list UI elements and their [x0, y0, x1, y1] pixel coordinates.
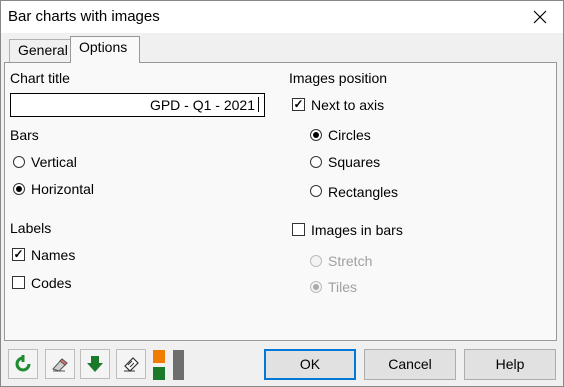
ok-button-label: OK: [299, 356, 321, 372]
rectangles-label[interactable]: Rectangles: [328, 184, 398, 200]
bars-horizontal-radio[interactable]: [13, 183, 25, 195]
labels-group-label: Labels: [10, 220, 52, 236]
bars-vertical-label[interactable]: Vertical: [31, 154, 77, 170]
window-title: Bar charts with images: [8, 8, 160, 25]
chart-title-input[interactable]: GPD - Q1 - 2021: [10, 93, 265, 117]
squares-label[interactable]: Squares: [328, 154, 380, 170]
eraser-button[interactable]: [45, 349, 75, 379]
cancel-button[interactable]: Cancel: [364, 349, 456, 380]
download-button[interactable]: [80, 349, 110, 379]
codes-checkbox-label[interactable]: Codes: [31, 275, 71, 291]
circles-radio[interactable]: [310, 129, 322, 141]
tiles-radio[interactable]: [310, 281, 322, 293]
stretch-radio[interactable]: [310, 255, 322, 267]
tab-options[interactable]: Options: [70, 36, 140, 63]
close-button[interactable]: [517, 1, 563, 33]
help-button[interactable]: Help: [464, 349, 556, 380]
text-cursor: [258, 97, 259, 112]
clear-selection-icon: [124, 357, 139, 372]
chart-title-label: Chart title: [10, 70, 70, 86]
cancel-button-label: Cancel: [388, 356, 432, 372]
tab-options-label: Options: [79, 39, 128, 55]
codes-checkbox[interactable]: [12, 276, 25, 289]
color-swatch-green[interactable]: [153, 367, 165, 380]
names-checkbox-label[interactable]: Names: [31, 247, 75, 263]
next-to-axis-label[interactable]: Next to axis: [311, 97, 384, 113]
squares-radio[interactable]: [310, 156, 322, 168]
bars-group-label: Bars: [10, 127, 39, 143]
eraser-icon: [52, 358, 68, 372]
close-icon: [533, 10, 547, 24]
title-bar: Bar charts with images: [1, 1, 563, 33]
color-swatch-orange[interactable]: [153, 350, 165, 363]
reset-button[interactable]: [8, 349, 38, 379]
stretch-label: Stretch: [328, 253, 373, 269]
tab-general-label: General: [18, 42, 68, 58]
chart-title-value: GPD - Q1 - 2021: [149, 97, 255, 113]
names-checkbox[interactable]: ✓: [12, 248, 25, 261]
help-button-label: Help: [495, 356, 525, 372]
color-swatch-gray[interactable]: [173, 350, 184, 380]
ok-button[interactable]: OK: [264, 349, 356, 380]
bars-horizontal-label[interactable]: Horizontal: [31, 181, 94, 197]
tab-general[interactable]: General: [9, 39, 71, 62]
next-to-axis-checkbox[interactable]: ✓: [292, 98, 305, 111]
circles-label[interactable]: Circles: [328, 127, 371, 143]
reset-icon: [15, 355, 31, 372]
tiles-label: Tiles: [328, 279, 358, 295]
dialog-window: Bar charts with images General Options C…: [0, 0, 564, 387]
download-arrow-icon: [87, 356, 103, 372]
bars-vertical-radio[interactable]: [13, 156, 25, 168]
images-in-bars-label[interactable]: Images in bars: [311, 222, 403, 238]
rectangles-radio[interactable]: [310, 185, 322, 197]
images-position-label: Images position: [289, 70, 388, 86]
images-in-bars-checkbox[interactable]: [292, 223, 305, 236]
clear-selection-button[interactable]: [116, 349, 146, 379]
